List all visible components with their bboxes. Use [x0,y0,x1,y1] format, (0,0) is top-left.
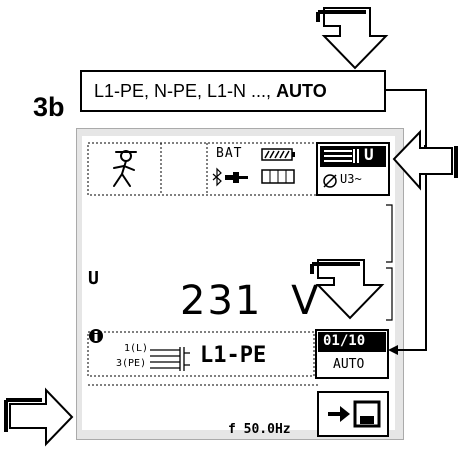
measurement-value: 231 V [180,278,320,324]
battery-icon [261,148,295,161]
wire-connector-icon [150,347,190,371]
mode-label: U [364,145,374,164]
save-button[interactable] [318,392,388,436]
top-flow-arrow-icon [321,7,389,70]
info-icon [89,329,103,343]
auto-button[interactable]: AUTO [333,357,364,372]
wire-top-label: 1(L) [124,343,149,354]
mode-pointer-arrow-icon [392,129,453,191]
counter-pointer-icon [388,345,398,355]
diagram-graphics [4,7,458,447]
counter-flow-arrow-icon [315,259,385,320]
quantity-label: U [88,268,99,289]
running-person-icon [113,150,137,187]
bluetooth-icon [212,167,222,187]
memory-icon [261,169,295,184]
display-bracket-right-upper [386,204,393,263]
display-bracket-right-lower [386,267,393,321]
voltage-unit: V [291,278,321,324]
polarity-label: L1-PE [200,343,267,368]
battery-label: BAT [216,146,243,161]
frequency-readout: f 50.0Hz [228,422,291,437]
counter-label: 01/10 [323,333,366,349]
wire-bottom-label: 3(PE) [116,358,147,369]
counter-connector-line [396,150,427,351]
connector-plug-icon [225,172,248,183]
voltage-value: 231 [180,278,263,324]
mode-sublabel: U3~ [340,172,362,186]
